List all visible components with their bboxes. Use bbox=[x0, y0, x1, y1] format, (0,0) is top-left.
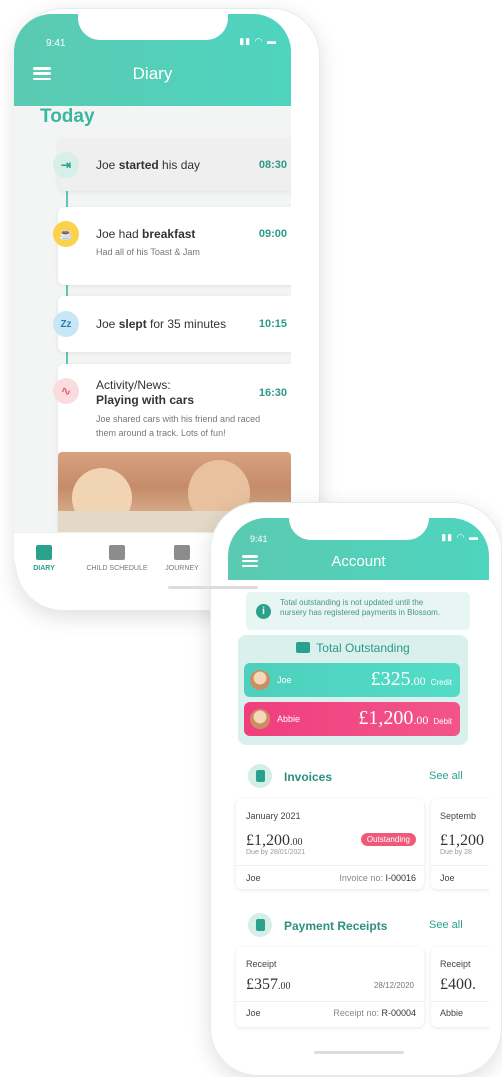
balance-amount: £1,200.00 Debit bbox=[358, 707, 452, 729]
invoice-icon bbox=[248, 764, 272, 788]
calendar-icon bbox=[109, 545, 125, 560]
info-icon: i bbox=[256, 604, 271, 619]
invoice-amount: £1,200 bbox=[440, 832, 484, 849]
tab-journey[interactable]: JOURNEY bbox=[162, 545, 202, 572]
book-icon bbox=[174, 545, 190, 560]
diary-header: 9:41 ▮▮ ◠ ▬ Diary bbox=[14, 14, 291, 106]
notch bbox=[77, 14, 228, 40]
home-indicator[interactable] bbox=[313, 1051, 404, 1054]
receipt-icon bbox=[248, 913, 272, 937]
info-banner: i Total outstanding is not updated until… bbox=[246, 592, 470, 630]
account-header: 9:41 ▮▮ ◠ ▬ Account bbox=[228, 518, 489, 580]
total-outstanding-label: Total Outstanding bbox=[316, 641, 410, 655]
sleep-icon: Zz bbox=[53, 311, 79, 337]
status-badge: Outstanding bbox=[360, 833, 416, 846]
page-title: Account bbox=[331, 553, 386, 570]
entry-time: 08:30 bbox=[258, 159, 287, 171]
payment-receipts-title: Payment Receipts bbox=[284, 919, 388, 933]
invoices-title: Invoices bbox=[284, 770, 333, 784]
status-time: 9:41 bbox=[250, 534, 268, 544]
home-indicator[interactable] bbox=[168, 586, 258, 589]
entry-time: 16:30 bbox=[258, 387, 287, 399]
entry-time: 10:15 bbox=[258, 318, 287, 330]
sign-in-icon: ⇥ bbox=[53, 152, 79, 178]
account-screen: 9:41 ▮▮ ◠ ▬ Account i Total outstanding … bbox=[228, 518, 489, 1064]
status-icons: ▮▮ ◠ ▬ bbox=[239, 36, 277, 46]
wallet-icon bbox=[296, 642, 311, 653]
diary-entry[interactable]: ⇥ Joe started his day 08:30 bbox=[53, 139, 291, 191]
status-time: 9:41 bbox=[46, 38, 66, 49]
avatar bbox=[250, 709, 270, 729]
status-icons: ▮▮ ◠ ▬ bbox=[441, 532, 479, 542]
food-icon: ☕ bbox=[53, 221, 79, 247]
balance-joe[interactable]: Joe £325.00 Credit bbox=[244, 663, 460, 697]
entry-time: 09:00 bbox=[258, 228, 287, 240]
receipt-amount: £357.00 bbox=[246, 976, 291, 993]
avatar bbox=[250, 670, 270, 690]
receipt-card[interactable]: Receipt £400. Abbie bbox=[431, 947, 489, 1027]
receipt-card[interactable]: Receipt £357.00 28/12/2020 Joe Receipt n… bbox=[236, 947, 424, 1027]
receipt-amount: £400. bbox=[440, 976, 476, 993]
diary-icon bbox=[36, 545, 52, 560]
section-today: Today bbox=[40, 106, 95, 127]
balance-amount: £325.00 Credit bbox=[370, 668, 452, 690]
invoice-card[interactable]: Septemb £1,200 Due by 28 Joe bbox=[431, 799, 489, 889]
entry-detail: Had all of his Toast & Jam bbox=[96, 247, 200, 257]
invoices-see-all-link[interactable]: See all bbox=[429, 770, 463, 782]
tab-child-schedule[interactable]: CHILD SCHEDULE bbox=[84, 545, 150, 572]
notch bbox=[288, 518, 429, 540]
tab-diary[interactable]: DIARY bbox=[24, 545, 64, 572]
diary-entry[interactable]: ☕ Joe had breakfast 09:00 Had all of his… bbox=[53, 207, 291, 285]
invoice-amount: £1,200.00 bbox=[246, 832, 303, 849]
total-outstanding-panel: Total Outstanding Joe £325.00 Credit Abb… bbox=[238, 635, 468, 745]
activity-icon: ∿ bbox=[53, 378, 79, 404]
invoice-card[interactable]: January 2021 £1,200.00 Due by 28/01/2021… bbox=[236, 799, 424, 889]
balance-abbie[interactable]: Abbie £1,200.00 Debit bbox=[244, 702, 460, 736]
page-title: Diary bbox=[132, 64, 173, 83]
receipts-see-all-link[interactable]: See all bbox=[429, 919, 463, 931]
diary-entry[interactable]: Zz Joe slept for 35 minutes 10:15 bbox=[53, 296, 291, 352]
entry-detail: Joe shared cars with his friend and race… bbox=[96, 414, 261, 438]
